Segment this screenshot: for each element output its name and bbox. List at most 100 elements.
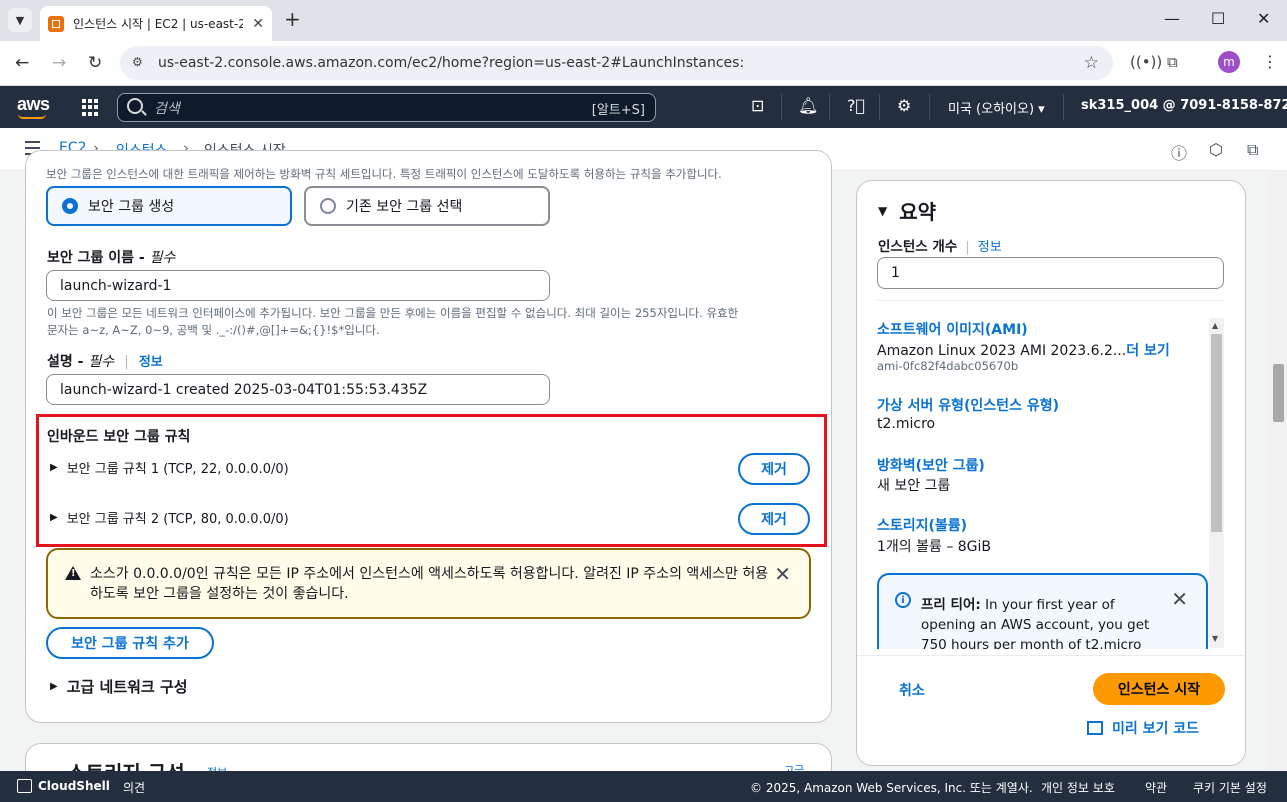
warning-alert: 소스가 0.0.0.0/0인 규칙은 모든 IP 주소에서 인스턴스에 액세스하…	[46, 548, 811, 619]
window-close-icon[interactable]: ✕	[1257, 10, 1270, 28]
maximize-icon[interactable]: ☐	[1211, 10, 1225, 28]
radio-existing-security-group[interactable]: 기존 보안 그룹 선택	[304, 186, 550, 226]
free-tier-text: 프리 티어: In your first year of opening an …	[921, 597, 1150, 649]
radio-create-security-group[interactable]: 보안 그룹 생성	[46, 186, 292, 226]
sg-desc-info-link[interactable]: 정보	[139, 355, 163, 370]
account-menu[interactable]: sk315_004 @ 7091-8158-8723 ▾	[1081, 98, 1287, 113]
page-scrollbar[interactable]	[1270, 171, 1287, 771]
summary-ami-id: ami-0fc82f4dabc05670b	[877, 359, 1019, 373]
forward-icon[interactable]: →	[52, 53, 66, 73]
sg-name-label: 보안 그룹 이름 - 필수	[47, 250, 176, 266]
search-input[interactable]: 검색 [알트+S]	[117, 93, 656, 122]
caret-right-icon: ▶	[50, 681, 58, 692]
preview-code-button[interactable]: 미리 보기 코드	[1087, 718, 1199, 738]
info-icon: i	[895, 592, 911, 608]
new-tab-icon[interactable]: +	[284, 9, 301, 29]
bookmark-star-icon[interactable]: ☆	[1084, 53, 1099, 73]
summary-scrollbar[interactable]: ▲ ▼	[1209, 318, 1224, 648]
url-field[interactable]: ⚙ us-east-2.console.aws.amazon.com/ec2/h…	[120, 46, 1113, 80]
cookie-prefs-link[interactable]: 쿠키 기본 설정	[1193, 779, 1267, 796]
ami-more-link[interactable]: 더 보기	[1126, 343, 1170, 359]
warning-triangle-icon	[65, 566, 81, 580]
notifications-bell-icon[interactable]: 🔔︎	[798, 97, 818, 115]
nav-divider	[929, 94, 930, 120]
summary-ami-value: Amazon Linux 2023 AMI 2023.6.2...더 보기	[877, 343, 1170, 359]
site-info-icon[interactable]: ⚙	[132, 55, 143, 69]
rule-2-toggle[interactable]: ▶ 보안 그룹 규칙 2 (TCP, 80, 0.0.0.0/0)	[50, 508, 289, 527]
inbound-rules-title: 인바운드 보안 그룹 규칙	[47, 429, 191, 445]
sg-name-hint-1: 이 보안 그룹은 모든 네트워크 인터페이스에 추가됩니다. 보안 그룹을 만든…	[47, 306, 739, 320]
add-rule-button[interactable]: 보안 그룹 규칙 추가	[46, 627, 214, 659]
info-circle-icon[interactable]: ⓘ	[1171, 140, 1187, 164]
sg-desc-label: 설명 - 필수 | 정보	[47, 354, 163, 370]
extension-icon[interactable]: ((•))	[1130, 53, 1162, 71]
page-scrollbar-thumb[interactable]	[1273, 364, 1284, 422]
scroll-down-icon[interactable]: ▼	[1212, 634, 1218, 643]
search-placeholder: 검색	[154, 100, 180, 117]
sg-desc-field[interactable]: launch-wizard-1 created 2025-03-04T01:55…	[46, 374, 550, 405]
back-icon[interactable]: ←	[15, 53, 29, 73]
tab-close-icon[interactable]: ✕	[252, 16, 264, 32]
summary-firewall-link[interactable]: 방화벽(보안 그룹)	[877, 455, 985, 475]
caret-right-icon: ▶	[50, 462, 58, 473]
feedback-link[interactable]: 의견	[123, 779, 145, 796]
scroll-up-icon[interactable]: ▲	[1212, 321, 1218, 330]
summary-storage-link[interactable]: 스토리지(볼륨)	[877, 515, 967, 535]
nav-divider	[879, 94, 880, 120]
instance-count-field[interactable]: 1	[877, 257, 1224, 289]
rule-2-label: 보안 그룹 규칙 2 (TCP, 80, 0.0.0.0/0)	[66, 512, 289, 527]
radio-create-label: 보안 그룹 생성	[88, 199, 175, 215]
help-icon[interactable]: ?⃝	[847, 97, 865, 115]
tab-title: 인스턴스 시작 | EC2 | us-east-2	[73, 17, 243, 31]
browser-menu-icon[interactable]: ⋮	[1262, 52, 1278, 71]
cloudshell-icon[interactable]: ⊡	[751, 97, 764, 115]
minimize-icon[interactable]: —	[1164, 10, 1180, 28]
sg-name-hint-2: 문자는 a~z, A~Z, 0~9, 공백 및 ._-:/()#,@[]+=&;…	[47, 323, 380, 337]
browser-tab-bar: ▼ 인스턴스 시작 | EC2 | us-east-2 ✕ + — ☐ ✕	[0, 0, 1287, 41]
radio-existing-label: 기존 보안 그룹 선택	[346, 199, 463, 215]
instance-count-info-link[interactable]: 정보	[978, 240, 1002, 255]
radio-selected-icon	[62, 198, 78, 214]
settings-gear-icon[interactable]: ⚙	[897, 97, 911, 115]
profile-avatar[interactable]: m	[1218, 51, 1240, 73]
nav-divider	[781, 94, 782, 120]
feedback-icon[interactable]: ⧉	[1247, 140, 1258, 160]
puzzle-icon[interactable]: ⧉	[1167, 53, 1178, 71]
launch-instance-button[interactable]: 인스턴스 시작	[1093, 673, 1225, 705]
warning-text: 소스가 0.0.0.0/0인 규칙은 모든 IP 주소에서 인스턴스에 액세스하…	[90, 566, 769, 602]
scrollbar-thumb[interactable]	[1211, 334, 1222, 532]
advanced-network-toggle[interactable]: ▶ 고급 네트워크 구성	[50, 676, 188, 697]
remove-rule-1-button[interactable]: 제거	[738, 453, 810, 485]
summary-title[interactable]: ▼ 요약	[878, 196, 936, 225]
advanced-network-label: 고급 네트워크 구성	[66, 678, 188, 696]
address-bar: ← → ↻ ⚙ us-east-2.console.aws.amazon.com…	[0, 41, 1287, 86]
services-grid-icon[interactable]	[82, 99, 99, 116]
code-preview-icon	[1087, 721, 1103, 735]
summary-type-link[interactable]: 가상 서버 유형(인스턴스 유형)	[877, 395, 1059, 415]
caret-right-icon: ▶	[50, 512, 58, 523]
aws-logo[interactable]: aws	[17, 94, 50, 115]
url-text: us-east-2.console.aws.amazon.com/ec2/hom…	[158, 55, 745, 71]
sg-name-field[interactable]: launch-wizard-1	[46, 270, 550, 301]
reload-icon[interactable]: ↻	[88, 53, 102, 73]
summary-ami-link[interactable]: 소프트웨어 이미지(AMI)	[877, 319, 1028, 339]
privacy-link[interactable]: 개인 정보 보호	[1041, 779, 1115, 796]
region-selector[interactable]: 미국 (오하이오) ▾	[948, 98, 1045, 117]
tab-list-icon[interactable]: ▼	[8, 8, 32, 32]
rule-1-toggle[interactable]: ▶ 보안 그룹 규칙 1 (TCP, 22, 0.0.0.0/0)	[50, 458, 289, 477]
remove-rule-2-button[interactable]: 제거	[738, 503, 810, 535]
search-shortcut: [알트+S]	[591, 103, 645, 118]
close-icon[interactable]: ✕	[774, 562, 791, 586]
hexagon-icon[interactable]: ⬡	[1209, 140, 1223, 159]
summary-footer-divider	[857, 655, 1245, 656]
browser-tab[interactable]: 인스턴스 시작 | EC2 | us-east-2 ✕	[40, 6, 272, 41]
aws-favicon-icon	[48, 15, 64, 32]
terms-link[interactable]: 약관	[1145, 779, 1167, 796]
console-footer: CloudShell 의견 © 2025, Amazon Web Service…	[0, 771, 1287, 802]
close-icon[interactable]: ✕	[1171, 587, 1188, 611]
cancel-button[interactable]: 취소	[899, 680, 925, 700]
search-icon	[127, 98, 143, 114]
instance-count-label: 인스턴스 개수 | 정보	[878, 239, 1002, 255]
rule-1-label: 보안 그룹 규칙 1 (TCP, 22, 0.0.0.0/0)	[66, 462, 289, 477]
cloudshell-link[interactable]: CloudShell	[38, 779, 110, 793]
